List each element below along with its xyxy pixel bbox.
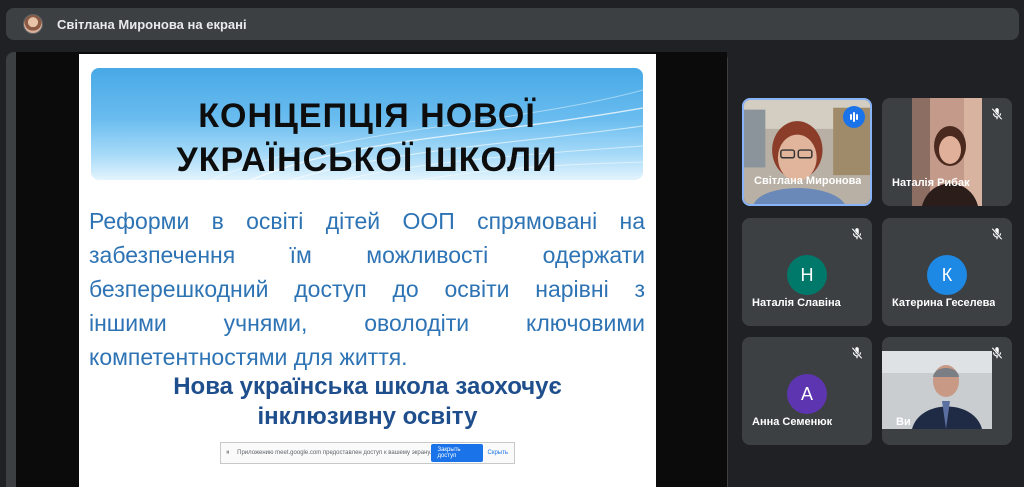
participant-name: Наталія Славіна bbox=[752, 297, 841, 309]
presentation-title: Світлана Миронова на екрані bbox=[57, 16, 247, 32]
slide-title-banner: КОНЦЕПЦІЯ НОВОЇ УКРАЇНСЬКОЇ ШКОЛИ bbox=[91, 68, 643, 180]
audio-level-icon bbox=[850, 112, 858, 122]
participant-name: Світлана Миронова bbox=[754, 175, 862, 187]
notification-text: Приложению meet.google.com предоставлен … bbox=[237, 450, 432, 456]
slide-body-line: компетентностями для життя. bbox=[89, 344, 408, 370]
slide-emphasis-line: Нова українська школа заохочує bbox=[173, 373, 562, 400]
speaking-indicator bbox=[843, 106, 865, 128]
participant-tile[interactable]: Світлана Миронова bbox=[742, 98, 872, 206]
mic-off-icon bbox=[991, 108, 1003, 120]
mic-off-icon bbox=[851, 347, 863, 359]
screen-share-notification: ⏸ Приложению meet.google.com предоставле… bbox=[220, 442, 515, 464]
slide-title-line: УКРАЇНСЬКОЇ ШКОЛИ bbox=[176, 141, 558, 179]
participant-name: Ви bbox=[896, 416, 911, 428]
pause-icon: ⏸ bbox=[226, 449, 230, 456]
slide-emphasis-line: інклюзивну освіту bbox=[257, 403, 478, 430]
slide-title-line: КОНЦЕПЦІЯ НОВОЇ bbox=[198, 97, 536, 135]
stop-sharing-button[interactable]: Закрыть доступ bbox=[431, 444, 483, 462]
participant-avatar: Н bbox=[787, 255, 827, 295]
slide-body-line: забезпечення їм можливості одержати bbox=[89, 242, 645, 268]
participant-name: Анна Семенюк bbox=[752, 416, 833, 428]
participant-tile-self[interactable]: Ви bbox=[882, 337, 1012, 445]
hide-notification-link[interactable]: Скрыть bbox=[488, 450, 508, 456]
participant-avatar: А bbox=[787, 374, 827, 414]
mic-off-icon bbox=[991, 228, 1003, 240]
mic-off-icon bbox=[851, 228, 863, 240]
presenter-avatar bbox=[23, 14, 43, 34]
mic-off-icon bbox=[991, 347, 1003, 359]
slide-body-line: іншими учнями, оволодіти ключовими bbox=[89, 310, 645, 336]
participant-name: Наталія Рибак bbox=[892, 177, 970, 189]
participant-tile[interactable]: А Анна Семенюк bbox=[742, 337, 872, 445]
presentation-slide: КОНЦЕПЦІЯ НОВОЇ УКРАЇНСЬКОЇ ШКОЛИ Реформ… bbox=[79, 54, 656, 487]
participant-tile[interactable]: К Катерина Геселева bbox=[882, 218, 1012, 326]
participant-tile[interactable]: Н Наталія Славіна bbox=[742, 218, 872, 326]
presentation-banner: Світлана Миронова на екрані bbox=[6, 8, 1019, 40]
participant-tile[interactable]: Наталія Рибак bbox=[882, 98, 1012, 206]
participant-name: Катерина Геселева bbox=[892, 297, 996, 309]
slide-body-line: Реформи в освіті дітей ООП спрямовані на bbox=[89, 208, 645, 234]
slide-title: КОНЦЕПЦІЯ НОВОЇ УКРАЇНСЬКОЇ ШКОЛИ bbox=[91, 94, 643, 180]
slide-body-line: безперешкодний доступ до освіти нарівні … bbox=[89, 276, 645, 302]
participant-avatar: К bbox=[927, 255, 967, 295]
